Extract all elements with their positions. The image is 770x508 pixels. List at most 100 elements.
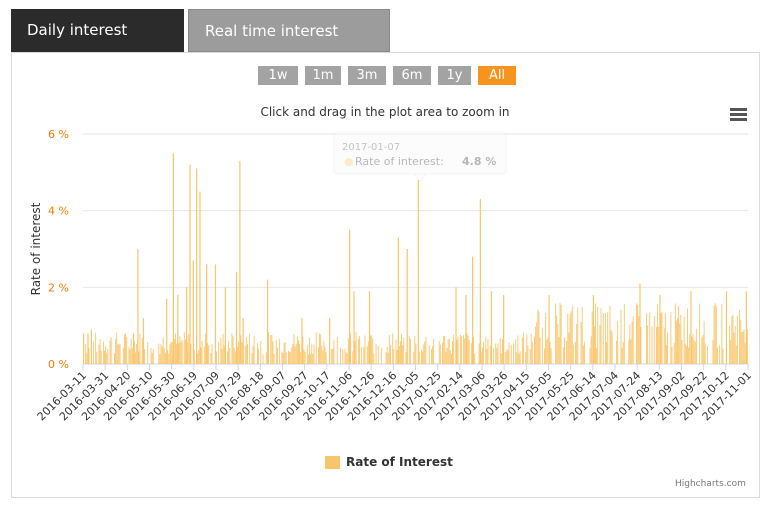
data-bar xyxy=(658,326,660,364)
data-bar xyxy=(114,353,115,364)
data-bar xyxy=(713,305,715,364)
data-bar xyxy=(732,315,734,364)
data-bar xyxy=(366,346,368,364)
data-bar-peak xyxy=(166,298,168,364)
data-bar xyxy=(675,320,677,364)
data-bar xyxy=(544,348,545,364)
data-bar xyxy=(489,345,491,364)
data-bar xyxy=(694,341,696,364)
y-axis: 0 % 2 % 4 % 6 % Rate of interest xyxy=(29,128,69,371)
data-bar xyxy=(304,352,306,364)
data-bar xyxy=(293,333,295,364)
data-bar xyxy=(670,312,672,364)
data-bar xyxy=(307,354,309,364)
data-bar xyxy=(499,338,501,364)
data-bar xyxy=(537,309,539,364)
data-bar-peak xyxy=(329,318,331,364)
data-bar-peak xyxy=(725,291,728,364)
data-bar-peak xyxy=(142,318,145,364)
data-bar xyxy=(422,351,424,364)
data-bar xyxy=(396,349,398,364)
data-bar xyxy=(546,340,548,364)
data-bar xyxy=(372,338,374,364)
data-bar xyxy=(439,344,441,364)
data-bar xyxy=(170,341,172,364)
data-bar xyxy=(160,344,162,364)
data-bar xyxy=(651,326,653,364)
data-bar xyxy=(541,327,543,364)
data-bar xyxy=(415,343,417,364)
data-bar xyxy=(100,350,102,364)
data-bar xyxy=(346,353,348,364)
data-bar xyxy=(174,333,176,364)
credits-link[interactable]: Highcharts.com xyxy=(675,479,746,489)
data-bar xyxy=(344,348,346,364)
x-axis: 2016-03-112016-03-312016-04-202016-05-10… xyxy=(35,364,754,423)
data-bar xyxy=(640,326,642,364)
data-bar xyxy=(525,352,527,364)
data-bar xyxy=(664,312,666,364)
data-bar xyxy=(152,349,154,364)
data-bar xyxy=(312,354,314,364)
data-bar xyxy=(560,304,562,364)
data-bar xyxy=(88,347,90,364)
y-tick-label: 2 % xyxy=(48,281,69,294)
data-bar xyxy=(352,351,354,364)
data-bars xyxy=(83,153,748,364)
data-bar-peak xyxy=(214,264,217,364)
data-bar xyxy=(130,338,132,364)
data-bar xyxy=(233,348,235,364)
data-bar xyxy=(505,352,507,364)
data-bar xyxy=(735,345,737,364)
data-bar xyxy=(595,303,596,364)
data-bar xyxy=(122,348,124,364)
data-bar xyxy=(736,315,738,364)
data-bar xyxy=(198,350,200,364)
data-bar xyxy=(575,341,576,364)
data-bar xyxy=(223,345,225,364)
data-bar xyxy=(234,351,236,364)
data-bar xyxy=(262,354,264,364)
data-bar xyxy=(413,351,415,364)
data-bar xyxy=(92,341,94,364)
data-bar-peak xyxy=(242,318,244,364)
data-bar-peak xyxy=(90,329,92,364)
data-bar xyxy=(85,344,87,364)
data-bar-peak xyxy=(199,191,201,364)
data-bar xyxy=(564,337,565,364)
data-bar xyxy=(632,316,634,364)
data-bar xyxy=(647,325,649,364)
data-bar xyxy=(433,339,435,364)
data-bar xyxy=(480,352,482,364)
data-bar xyxy=(460,336,462,364)
data-bar xyxy=(187,342,189,364)
data-bar xyxy=(600,308,602,364)
data-bar-peak xyxy=(83,333,85,364)
data-bar xyxy=(222,334,224,364)
data-bar xyxy=(118,344,120,364)
data-bar xyxy=(96,351,98,364)
data-bar xyxy=(298,340,299,364)
data-bar xyxy=(98,344,100,364)
data-bar xyxy=(529,349,531,364)
data-bar xyxy=(580,321,582,364)
data-bar xyxy=(200,347,202,364)
data-bar xyxy=(568,332,570,364)
data-bar xyxy=(571,306,573,364)
data-bar xyxy=(227,351,228,364)
data-bar xyxy=(558,337,560,364)
data-bar xyxy=(457,336,459,364)
legend-item-rate-of-interest[interactable]: Rate of Interest xyxy=(325,455,453,469)
data-bar xyxy=(473,337,475,364)
data-bar xyxy=(474,353,476,364)
data-bar xyxy=(184,339,186,364)
data-bar-peak xyxy=(301,318,303,364)
data-bar xyxy=(704,343,706,364)
interest-chart[interactable]: 0 % 2 % 4 % 6 % Rate of interest 2016-03-112… xyxy=(0,0,770,508)
data-bar xyxy=(596,347,598,364)
data-bar xyxy=(599,325,601,364)
data-bar xyxy=(743,329,745,364)
data-bar xyxy=(500,353,502,364)
data-bar xyxy=(466,333,468,364)
data-bar xyxy=(536,322,538,364)
